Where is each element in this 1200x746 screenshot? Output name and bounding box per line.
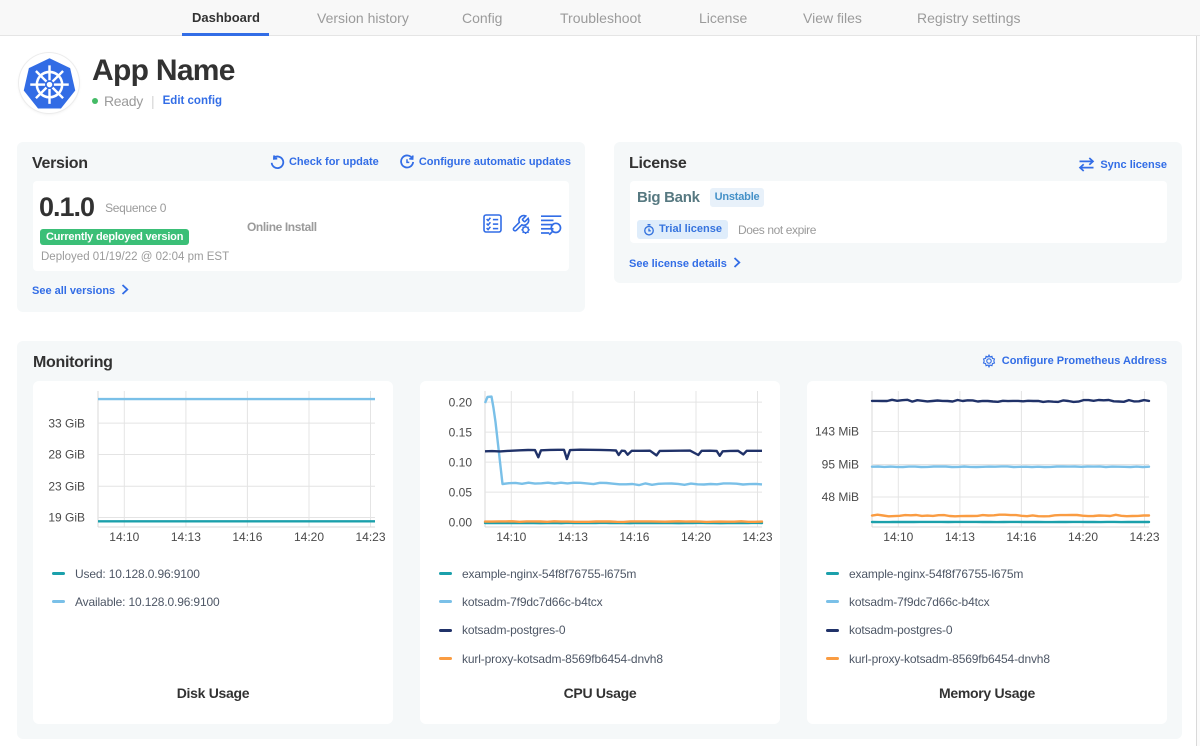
svg-text:0.10: 0.10	[449, 455, 473, 469]
svg-text:14:13: 14:13	[558, 530, 588, 544]
svg-text:23 GiB: 23 GiB	[48, 479, 85, 493]
svg-text:14:10: 14:10	[109, 530, 139, 544]
svg-text:14:13: 14:13	[945, 530, 975, 544]
svg-text:0.05: 0.05	[449, 485, 473, 499]
svg-text:143 MiB: 143 MiB	[815, 424, 859, 438]
svg-text:14:16: 14:16	[619, 530, 649, 544]
svg-text:0.20: 0.20	[449, 395, 473, 409]
svg-text:14:16: 14:16	[232, 530, 262, 544]
svg-text:48 MiB: 48 MiB	[822, 490, 859, 504]
svg-text:19 GiB: 19 GiB	[48, 510, 85, 524]
svg-text:14:23: 14:23	[1129, 530, 1159, 544]
svg-text:14:23: 14:23	[355, 530, 385, 544]
svg-text:95 MiB: 95 MiB	[822, 457, 859, 471]
svg-text:14:10: 14:10	[883, 530, 913, 544]
svg-text:14:20: 14:20	[1068, 530, 1098, 544]
svg-text:14:10: 14:10	[496, 530, 526, 544]
svg-text:0.15: 0.15	[449, 425, 473, 439]
svg-text:14:20: 14:20	[681, 530, 711, 544]
svg-text:14:23: 14:23	[742, 530, 772, 544]
svg-text:28 GiB: 28 GiB	[48, 447, 85, 461]
svg-text:0.00: 0.00	[449, 515, 473, 529]
svg-text:14:16: 14:16	[1006, 530, 1036, 544]
svg-text:14:20: 14:20	[294, 530, 324, 544]
svg-text:14:13: 14:13	[171, 530, 201, 544]
svg-text:33 GiB: 33 GiB	[48, 416, 85, 430]
